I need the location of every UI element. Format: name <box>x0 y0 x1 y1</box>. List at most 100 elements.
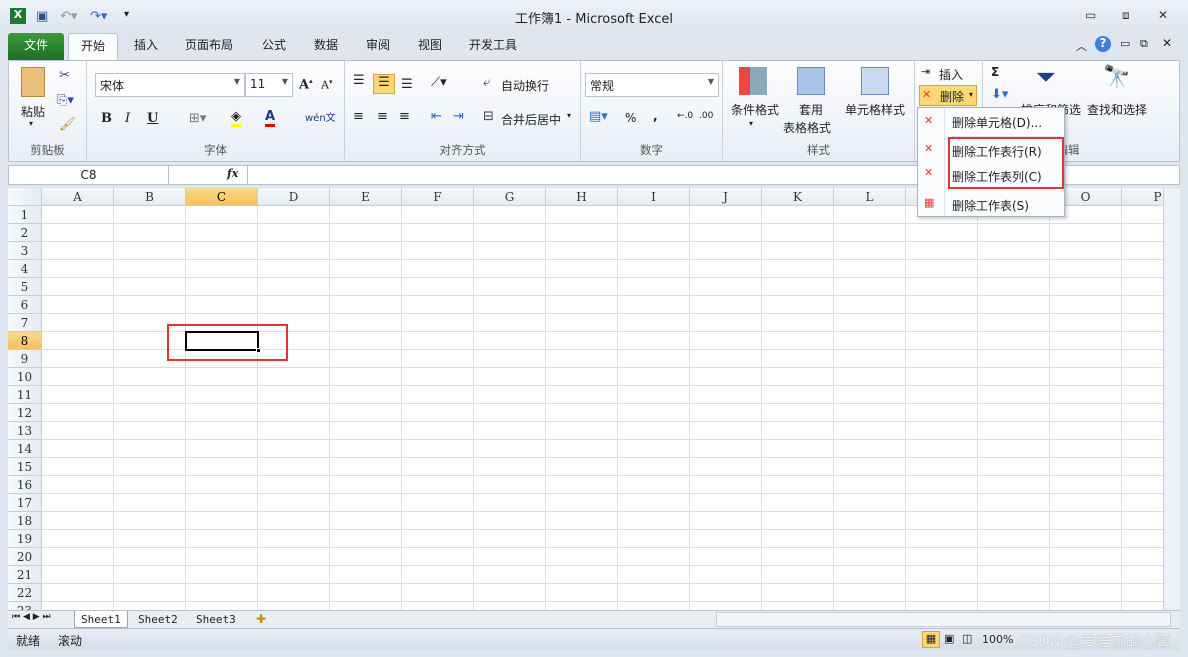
row-header[interactable]: 16 <box>8 476 42 494</box>
column-header[interactable]: C <box>186 188 258 206</box>
align-left-icon[interactable]: ≡ <box>353 109 364 124</box>
row-header[interactable]: 3 <box>8 242 42 260</box>
font-name-combo[interactable]: 宋体 ▼ <box>95 73 245 97</box>
conditional-format-button[interactable]: 条件格式 <box>731 101 779 118</box>
orientation-icon[interactable]: ⟋▾ <box>431 75 447 90</box>
bottom-align-icon[interactable]: ☰ <box>401 77 413 92</box>
row-header[interactable]: 15 <box>8 458 42 476</box>
spreadsheet-grid[interactable]: ABCDEFGHIJKLMNOP123456789101112131415161… <box>8 188 1163 610</box>
underline-button[interactable]: U <box>147 111 158 126</box>
find-select-button[interactable]: 查找和选择 <box>1087 101 1147 118</box>
italic-button[interactable]: I <box>125 111 130 126</box>
insert-function-icon[interactable]: fx <box>227 167 238 180</box>
table-format-button-line1[interactable]: 套用 <box>799 101 823 118</box>
vertical-scrollbar[interactable] <box>1163 188 1180 610</box>
cell-styles-icon[interactable] <box>861 67 889 95</box>
row-header[interactable]: 6 <box>8 296 42 314</box>
minimize-icon[interactable]: ▭ <box>1085 8 1096 22</box>
menu-item-delete-sheet[interactable]: 删除工作表(S) <box>952 197 1029 214</box>
insert-sheet-icon[interactable]: ✚ <box>256 612 266 626</box>
grow-font-icon[interactable]: A▴ <box>299 76 313 92</box>
column-header[interactable]: I <box>618 188 690 206</box>
top-align-icon[interactable]: ☰ <box>353 73 365 88</box>
row-header[interactable]: 13 <box>8 422 42 440</box>
column-header[interactable]: F <box>402 188 474 206</box>
font-size-combo[interactable]: 11 ▼ <box>245 73 293 97</box>
percent-button[interactable]: % <box>625 111 636 125</box>
middle-align-icon[interactable]: ☰ <box>373 74 395 94</box>
currency-icon[interactable]: ▤▾ <box>589 109 608 124</box>
sheet-nav-icons[interactable]: ⏮ ◀ ▶ ⏭ <box>12 612 51 622</box>
collapse-ribbon-icon[interactable]: ︿ <box>1076 38 1087 54</box>
shrink-font-icon[interactable]: A▾ <box>321 78 332 92</box>
decrease-indent-icon[interactable]: ⇤ <box>431 109 442 124</box>
tab-page-layout[interactable]: 页面布局 <box>178 33 240 60</box>
select-all-corner[interactable] <box>8 188 42 206</box>
column-header[interactable]: G <box>474 188 546 206</box>
row-header[interactable]: 11 <box>8 386 42 404</box>
align-center-icon[interactable]: ≡ <box>377 109 388 124</box>
column-header[interactable]: L <box>834 188 906 206</box>
row-header[interactable]: 17 <box>8 494 42 512</box>
close-icon[interactable]: ✕ <box>1158 8 1168 22</box>
tab-file[interactable]: 文件 <box>8 33 64 60</box>
row-header[interactable]: 10 <box>8 368 42 386</box>
menu-item-delete-cells[interactable]: 删除单元格(D)... <box>952 114 1042 131</box>
column-header[interactable]: J <box>690 188 762 206</box>
column-header[interactable]: D <box>258 188 330 206</box>
row-header[interactable]: 7 <box>8 314 42 332</box>
help-icon[interactable]: ? <box>1095 36 1111 52</box>
row-header[interactable]: 18 <box>8 512 42 530</box>
row-header[interactable]: 8 <box>8 332 42 350</box>
table-format-button-line2[interactable]: 表格格式 <box>783 119 831 136</box>
row-header[interactable]: 19 <box>8 530 42 548</box>
cell-styles-button[interactable]: 单元格样式 <box>845 101 905 118</box>
insert-button[interactable]: 插入 <box>939 66 963 83</box>
tab-insert[interactable]: 插入 <box>124 33 168 60</box>
tab-review[interactable]: 审阅 <box>356 33 400 60</box>
decrease-decimal-icon[interactable]: .00 <box>699 111 713 121</box>
font-color-icon[interactable]: A <box>265 109 276 127</box>
row-header[interactable]: 23 <box>8 602 42 610</box>
doc-minimize-icon[interactable]: ▭ <box>1120 37 1130 50</box>
increase-decimal-icon[interactable]: ←.0 <box>677 111 693 121</box>
conditional-format-icon[interactable] <box>739 67 767 95</box>
column-header[interactable]: B <box>114 188 186 206</box>
copy-icon[interactable]: ⎘▾ <box>57 93 74 108</box>
row-header[interactable]: 14 <box>8 440 42 458</box>
tab-view[interactable]: 视图 <box>408 33 452 60</box>
tab-data[interactable]: 数据 <box>304 33 348 60</box>
sort-filter-icon[interactable]: ⏷ <box>1037 65 1055 90</box>
merge-center-button[interactable]: 合并后居中 <box>501 111 561 128</box>
page-break-view-icon[interactable]: ◫ <box>962 632 972 645</box>
align-right-icon[interactable]: ≡ <box>399 109 410 124</box>
fill-color-icon[interactable]: ◈ <box>231 109 241 127</box>
merge-icon[interactable]: ⊟ <box>483 109 494 124</box>
number-format-combo[interactable]: 常规 ▼ <box>585 73 719 97</box>
wrap-text-button[interactable]: 自动换行 <box>501 77 549 94</box>
format-painter-icon[interactable]: 🖌 <box>59 117 76 132</box>
increase-indent-icon[interactable]: ⇥ <box>453 109 464 124</box>
comma-button[interactable]: , <box>653 109 658 123</box>
fill-icon[interactable]: ⬇▾ <box>991 87 1008 102</box>
sheet-tab-3[interactable]: Sheet3 <box>190 611 242 628</box>
tab-home[interactable]: 开始 <box>68 33 118 61</box>
row-header[interactable]: 1 <box>8 206 42 224</box>
sheet-tab-1[interactable]: Sheet1 <box>74 611 128 628</box>
column-header[interactable]: K <box>762 188 834 206</box>
bold-button[interactable]: B <box>101 111 112 126</box>
column-header[interactable]: P <box>1122 188 1163 206</box>
page-layout-view-icon[interactable]: ▣ <box>944 632 954 645</box>
row-header[interactable]: 5 <box>8 278 42 296</box>
autosum-button[interactable]: Σ <box>991 65 999 79</box>
column-header[interactable]: A <box>42 188 114 206</box>
phonetic-icon[interactable]: wén文 <box>305 109 336 124</box>
name-box[interactable]: C8 <box>9 166 169 184</box>
column-header[interactable]: E <box>330 188 402 206</box>
insert-cells-icon[interactable]: ⇥ <box>921 65 930 78</box>
paste-icon[interactable] <box>21 67 45 97</box>
find-select-icon[interactable]: 🔭 <box>1103 65 1130 90</box>
horizontal-scrollbar[interactable] <box>716 612 1171 627</box>
row-header[interactable]: 20 <box>8 548 42 566</box>
row-header[interactable]: 9 <box>8 350 42 368</box>
